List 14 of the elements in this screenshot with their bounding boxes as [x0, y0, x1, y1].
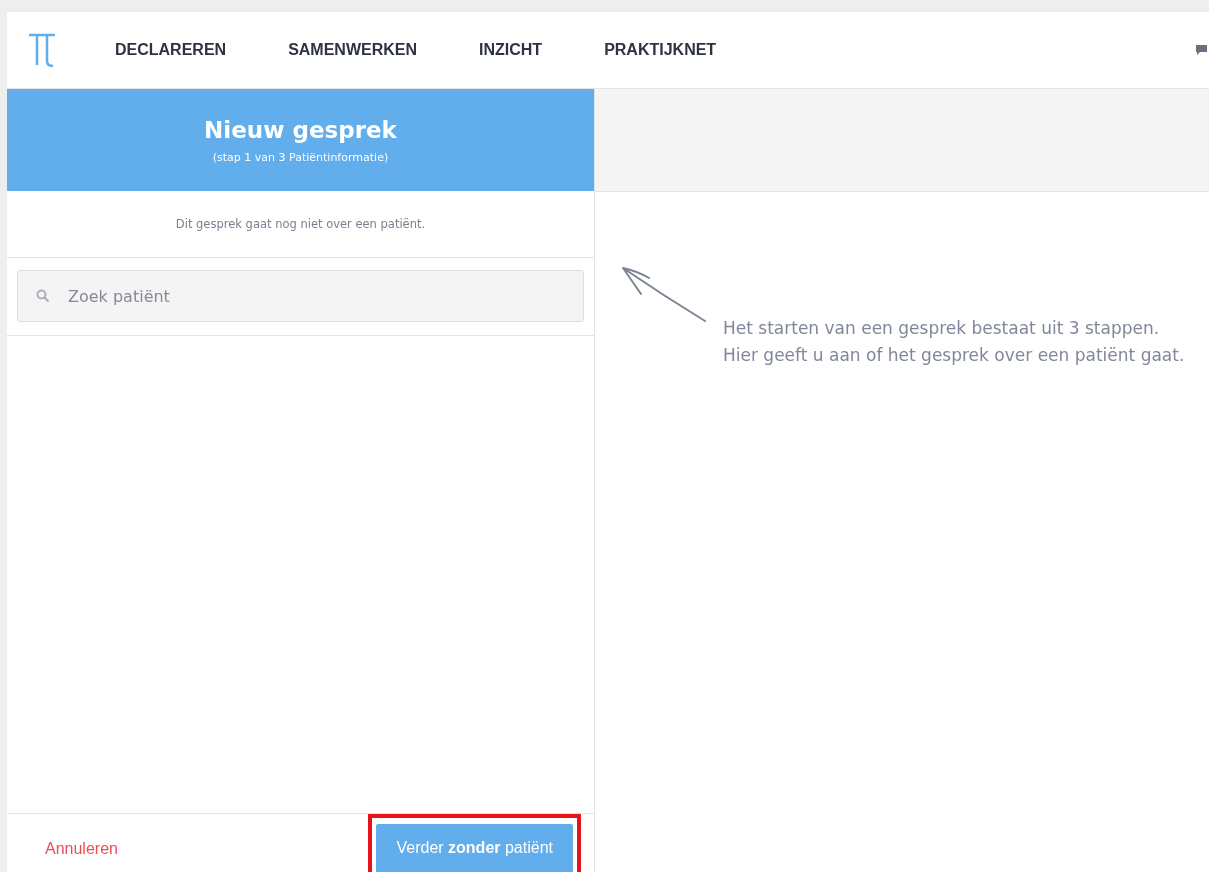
- search-field[interactable]: Zoek patiënt: [17, 270, 584, 322]
- nav-link[interactable]: INZICHT: [479, 41, 543, 59]
- search-icon: [36, 289, 50, 303]
- nav-link[interactable]: PRAKTIJKNET: [604, 41, 717, 59]
- chat-icon[interactable]: [1195, 44, 1209, 56]
- panel-title: Nieuw gesprek: [204, 116, 397, 143]
- arrow-icon: [619, 264, 709, 324]
- hint-text: Het starten van een gesprek bestaat uit 3 stappen.: [723, 318, 1161, 338]
- step-subtitle: (stap 1 van 3 Patiëntinformatie): [212, 150, 389, 164]
- hint-text: Hier geeft u aan of het gesprek over een patiënt gaat.: [723, 345, 1185, 365]
- info-text: Dit gesprek gaat nog niet over een patiënt.: [175, 217, 426, 231]
- nav-link[interactable]: SAMENWERKEN: [288, 41, 417, 59]
- cancel-link[interactable]: Annuleren: [45, 840, 118, 858]
- nav-link[interactable]: DECLAREREN: [115, 41, 227, 59]
